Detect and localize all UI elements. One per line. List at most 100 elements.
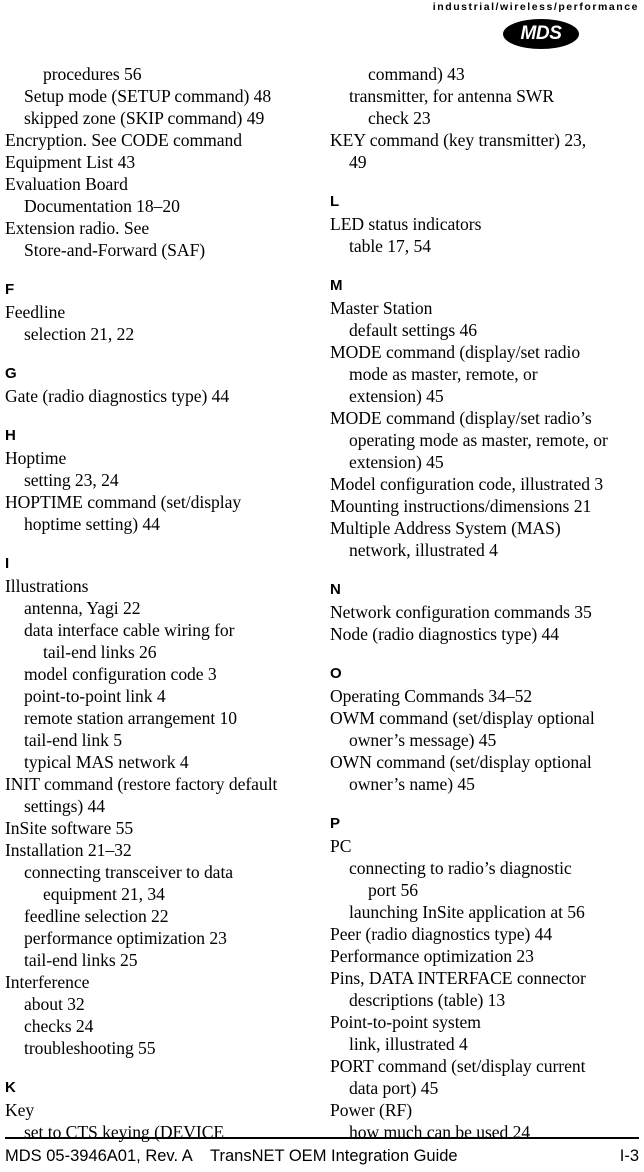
index-entry: transmitter, for antenna SWR xyxy=(349,86,555,106)
index-entry: Network configuration commands 35 xyxy=(330,602,592,622)
index-entry: data port) 45 xyxy=(349,1078,439,1098)
index-letter-heading: O xyxy=(330,665,342,682)
index-letter-heading: I xyxy=(5,555,10,572)
index-column-right: command) 43 transmitter, for antenna SWR c… xyxy=(330,63,630,1143)
index-entry: network, illustrated 4 xyxy=(349,540,498,560)
index-entry: connecting transceiver to data xyxy=(24,862,234,882)
index-entry: model configuration code 3 xyxy=(24,664,217,684)
index-entry: Model configuration code, illustrated 3 xyxy=(330,474,604,494)
index-entry: Extension radio. See xyxy=(5,218,150,238)
index-entry: Gate (radio diagnostics type) 44 xyxy=(5,386,230,406)
index-entry: Mounting instructions/dimensions 21 xyxy=(330,496,592,516)
index-entry: equipment 21, 34 xyxy=(43,884,165,904)
index-entry: operating mode as master, remote, or xyxy=(349,430,608,450)
index-entry: Node (radio diagnostics type) 44 xyxy=(330,624,560,644)
index-entry: set to CTS keying (DEVICE xyxy=(24,1122,225,1142)
index-entry: extension) 45 xyxy=(349,452,444,472)
index-entry: OWM command (set/display optional xyxy=(330,708,595,728)
index-entry: Hoptime xyxy=(5,448,67,468)
index-entry: Multiple Address System (MAS) xyxy=(330,518,561,538)
index-letter-heading: G xyxy=(5,365,17,382)
footer-document-title: TransNET OEM Integration Guide xyxy=(210,1147,458,1165)
index-entry: Setup mode (SETUP command) 48 xyxy=(24,86,272,106)
index-entry: how much can be used 24 xyxy=(349,1122,531,1142)
index-entry: launching InSite application at 56 xyxy=(349,902,585,922)
footer-divider xyxy=(5,1137,639,1139)
index-entry: skipped zone (SKIP command) 49 xyxy=(24,108,265,128)
index-entry: owner’s message) 45 xyxy=(349,730,497,750)
index-entry: command) 43 xyxy=(368,64,465,84)
index-entry: link, illustrated 4 xyxy=(349,1034,468,1054)
index-entry: settings) 44 xyxy=(24,796,106,816)
index-entry: antenna, Yagi 22 xyxy=(24,598,141,618)
index-entry: tail-end links 26 xyxy=(43,642,157,662)
index-letter-heading: P xyxy=(330,815,341,832)
index-entry: Evaluation Board xyxy=(5,174,128,194)
index-entry: 49 xyxy=(349,152,367,172)
index-entry: performance optimization 23 xyxy=(24,928,227,948)
index-entry: checks 24 xyxy=(24,1016,94,1036)
brand-tagline: industrial/wireless/performance xyxy=(432,1,639,13)
index-entry: Key xyxy=(5,1100,35,1120)
index-entry: OWN command (set/display optional xyxy=(330,752,592,772)
index-entry: typical MAS network 4 xyxy=(24,752,189,772)
index-entry: default settings 46 xyxy=(349,320,478,340)
index-letter-heading: H xyxy=(5,427,16,444)
index-entry: troubleshooting 55 xyxy=(24,1038,156,1058)
index-entry: Illustrations xyxy=(5,576,89,596)
index-entry: point-to-point link 4 xyxy=(24,686,166,706)
index-entry: owner’s name) 45 xyxy=(349,774,475,794)
index-entry: Master Station xyxy=(330,298,433,318)
index-entry: about 32 xyxy=(24,994,85,1014)
index-entry: extension) 45 xyxy=(349,386,444,406)
index-entry: Operating Commands 34–52 xyxy=(330,686,533,706)
index-entry: Equipment List 43 xyxy=(5,152,136,172)
index-entry: Installation 21–32 xyxy=(5,840,132,860)
index-entry: MODE command (display/set radio’s xyxy=(330,408,592,428)
index-page: industrial/wireless/performance MDS proc… xyxy=(0,0,644,1172)
page-header: industrial/wireless/performance MDS xyxy=(0,0,644,58)
index-entry: tail-end link 5 xyxy=(24,730,122,750)
footer-document-number: MDS 05-3946A01, Rev. A xyxy=(5,1147,193,1165)
index-entry: Point-to-point system xyxy=(330,1012,481,1032)
index-entry: Performance optimization 23 xyxy=(330,946,534,966)
index-entry: MODE command (display/set radio xyxy=(330,342,581,362)
index-entry: hoptime setting) 44 xyxy=(24,514,160,534)
index-columns: procedures 56 Setup mode (SETUP command) … xyxy=(0,63,644,1142)
index-entry: setting 23, 24 xyxy=(24,470,119,490)
index-entry: INIT command (restore factory default xyxy=(5,774,278,794)
index-entry: procedures 56 xyxy=(43,64,142,84)
index-entry: Feedline xyxy=(5,302,66,322)
index-entry: descriptions (table) 13 xyxy=(349,990,506,1010)
index-entry: feedline selection 22 xyxy=(24,906,169,926)
index-letter-heading: N xyxy=(330,581,341,598)
index-entry: selection 21, 22 xyxy=(24,324,135,344)
index-entry: KEY command (key transmitter) 23, xyxy=(330,130,587,150)
index-entry: Documentation 18–20 xyxy=(24,196,180,216)
index-entry: PORT command (set/display current xyxy=(330,1056,586,1076)
index-entry: check 23 xyxy=(368,108,431,128)
index-entry: Store-and-Forward (SAF) xyxy=(24,240,206,260)
footer-page-number: I-3 xyxy=(619,1147,639,1165)
index-letter-heading: M xyxy=(330,277,343,294)
index-entry: port 56 xyxy=(368,880,418,900)
index-entry: tail-end links 25 xyxy=(24,950,138,970)
page-footer: MDS 05-3946A01, Rev. A TransNET OEM Inte… xyxy=(5,1143,639,1169)
index-entry: table 17, 54 xyxy=(349,236,431,256)
index-entry: remote station arrangement 10 xyxy=(24,708,238,728)
index-column-left: procedures 56 Setup mode (SETUP command) … xyxy=(5,63,305,1143)
index-entry: Interference xyxy=(5,972,90,992)
index-entry: Pins, DATA INTERFACE connector xyxy=(330,968,586,988)
index-entry: Peer (radio diagnostics type) 44 xyxy=(330,924,553,944)
index-letter-heading: L xyxy=(330,193,340,210)
index-letter-heading: F xyxy=(5,281,15,298)
index-entry: LED status indicators xyxy=(330,214,482,234)
index-entry: Power (RF) xyxy=(330,1100,413,1120)
index-entry: mode as master, remote, or xyxy=(349,364,538,384)
mds-logo: MDS xyxy=(503,19,579,49)
index-entry: PC xyxy=(330,836,352,856)
index-entry: HOPTIME command (set/display xyxy=(5,492,242,512)
index-entry: InSite software 55 xyxy=(5,818,134,838)
index-entry: Encryption. See CODE command xyxy=(5,130,243,150)
mds-logo-text: MDS xyxy=(520,23,562,44)
